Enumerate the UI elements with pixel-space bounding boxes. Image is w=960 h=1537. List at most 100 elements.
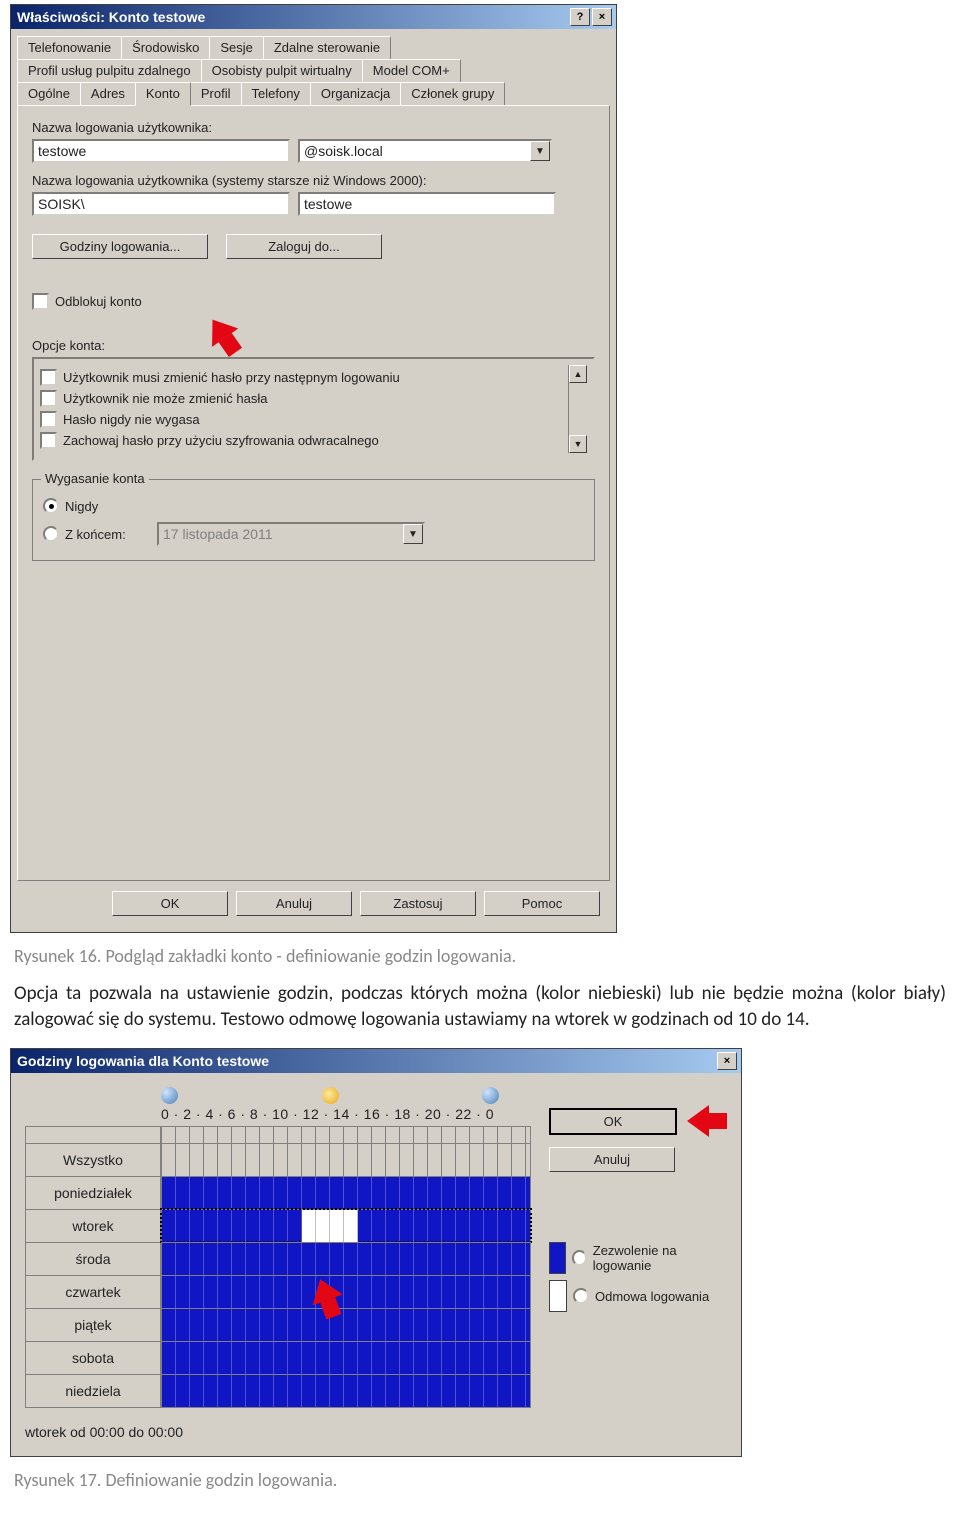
account-expiry-group: Wygasanie konta Nigdy Z końcem: 17 listo… — [32, 479, 595, 561]
hour-header-strip[interactable] — [161, 1126, 531, 1143]
tab-adres[interactable]: Adres — [80, 82, 136, 106]
tab-osobisty-pulpit[interactable]: Osobisty pulpit wirtualny — [201, 59, 363, 82]
close-button[interactable]: × — [592, 8, 612, 26]
logon-hours-dialog: Godziny logowania dla Konto testowe × 0 … — [10, 1048, 742, 1457]
deny-block[interactable] — [302, 1210, 358, 1242]
day-label[interactable]: wtorek — [25, 1209, 161, 1242]
grid-corner — [25, 1126, 161, 1143]
tabs-row-3: Ogólne Adres Konto Profil Telefony Organ… — [17, 81, 610, 105]
radio-never[interactable] — [43, 498, 59, 514]
group-legend: Wygasanie konta — [41, 471, 149, 486]
opt-checkbox[interactable] — [40, 432, 57, 449]
help-button[interactable]: Pomoc — [484, 891, 600, 916]
globe-icon — [482, 1087, 499, 1104]
legacy-logon-label: Nazwa logowania użytkownika (systemy sta… — [32, 173, 595, 188]
opt-label: Hasło nigdy nie wygasa — [63, 412, 200, 427]
opt-label: Użytkownik nie może zmienić hasła — [63, 391, 267, 406]
tab-model-com[interactable]: Model COM+ — [362, 59, 461, 82]
radio-deny[interactable] — [573, 1288, 589, 1304]
tab-profil-zdalnego[interactable]: Profil usług pulpitu zdalnego — [17, 59, 202, 82]
help-button[interactable]: ? — [570, 8, 590, 26]
legacy-domain-input[interactable]: SOISK\ — [32, 192, 290, 216]
radio-never-label: Nigdy — [65, 499, 98, 514]
logon-hours-button[interactable]: Godziny logowania... — [32, 234, 208, 259]
tab-czlonek[interactable]: Członek grupy — [400, 82, 505, 106]
sun-icon — [322, 1087, 339, 1104]
day-row-wed[interactable] — [161, 1242, 531, 1275]
permit-swatch-icon — [549, 1242, 566, 1274]
deny-label: Odmowa logowania — [595, 1289, 709, 1304]
dialog-title: Godziny logowania dla Konto testowe — [17, 1053, 715, 1069]
tab-profil[interactable]: Profil — [190, 82, 242, 106]
day-row-mon[interactable] — [161, 1176, 531, 1209]
tab-zdalne[interactable]: Zdalne sterowanie — [263, 36, 391, 59]
client-area: Telefonowanie Środowisko Sesje Zdalne st… — [11, 29, 616, 932]
scroll-up-icon[interactable]: ▲ — [569, 365, 587, 383]
day-label[interactable]: niedziela — [25, 1374, 161, 1408]
callout-arrow-icon — [687, 1105, 727, 1137]
day-row-sun[interactable] — [161, 1374, 531, 1407]
user-logon-input[interactable]: testowe — [32, 139, 290, 163]
day-row-fri[interactable] — [161, 1308, 531, 1341]
day-label[interactable]: piątek — [25, 1308, 161, 1341]
options-scrollbar[interactable]: ▲ ▼ — [568, 365, 587, 453]
all-button[interactable]: Wszystko — [25, 1143, 161, 1176]
tab-sesje[interactable]: Sesje — [209, 36, 264, 59]
client-area: 0 · 2 · 4 · 6 · 8 · 10 · 12 · 14 · 16 · … — [11, 1073, 741, 1456]
cancel-button[interactable]: Anuluj — [549, 1147, 675, 1172]
tab-panel-konto: Nazwa logowania użytkownika: testowe @so… — [17, 105, 610, 881]
close-button[interactable]: × — [717, 1052, 737, 1070]
legacy-user-input[interactable]: testowe — [298, 192, 556, 216]
tab-konto[interactable]: Konto — [135, 82, 191, 106]
tab-ogolne[interactable]: Ogólne — [17, 82, 81, 106]
opt-label: Zachowaj hasło przy użyciu szyfrowania o… — [63, 433, 379, 448]
titlebar: Właściwości: Konto testowe ? × — [11, 5, 616, 29]
hour-scale: 0 · 2 · 4 · 6 · 8 · 10 · 12 · 14 · 16 · … — [161, 1106, 531, 1122]
domain-value: @soisk.local — [304, 143, 530, 159]
deny-swatch-icon — [549, 1280, 567, 1312]
callout-arrow-icon — [208, 316, 240, 356]
logon-hours-grid[interactable]: Wszystko poniedziałek wtorek środa czwar… — [25, 1126, 531, 1408]
dialog-button-row: OK Anuluj Zastosuj Pomoc — [17, 881, 610, 922]
day-row-sat[interactable] — [161, 1341, 531, 1374]
dialog-title: Właściwości: Konto testowe — [17, 9, 568, 25]
tabs-row-2: Profil usług pulpitu zdalnego Osobisty p… — [17, 58, 610, 81]
user-logon-label: Nazwa logowania użytkownika: — [32, 120, 595, 135]
account-options-box: Użytkownik musi zmienić hasło przy nastę… — [32, 357, 595, 461]
day-label[interactable]: czwartek — [25, 1275, 161, 1308]
radio-permit[interactable] — [572, 1250, 587, 1266]
opt-checkbox[interactable] — [40, 390, 57, 407]
day-label[interactable]: środa — [25, 1242, 161, 1275]
scroll-down-icon[interactable]: ▼ — [569, 435, 587, 453]
logon-to-button[interactable]: Zaloguj do... — [226, 234, 382, 259]
apply-button[interactable]: Zastosuj — [360, 891, 476, 916]
callout-arrow-icon — [311, 1278, 343, 1318]
globe-icon — [161, 1087, 178, 1104]
figure-caption-16: Rysunek 16. Podgląd zakładki konto - def… — [14, 945, 950, 967]
day-row-tue[interactable] — [161, 1209, 531, 1242]
opt-checkbox[interactable] — [40, 411, 57, 428]
chevron-down-icon[interactable]: ▼ — [530, 141, 550, 161]
tab-organizacja[interactable]: Organizacja — [310, 82, 401, 106]
opt-checkbox[interactable] — [40, 369, 57, 386]
domain-dropdown[interactable]: @soisk.local ▼ — [298, 139, 552, 163]
unlock-account-label: Odblokuj konto — [55, 294, 142, 309]
ok-button[interactable]: OK — [549, 1108, 677, 1135]
expiry-date: 17 listopada 2011 — [163, 526, 403, 542]
ok-button[interactable]: OK — [112, 891, 228, 916]
status-text: wtorek od 00:00 do 00:00 — [25, 1424, 531, 1440]
account-options-label: Opcje konta: — [32, 338, 595, 353]
all-row[interactable] — [161, 1143, 531, 1176]
permit-label: Zezwolenie na logowanie — [593, 1243, 727, 1273]
radio-end[interactable] — [43, 526, 59, 542]
properties-dialog: Właściwości: Konto testowe ? × Telefonow… — [10, 4, 617, 933]
unlock-account-checkbox[interactable] — [32, 293, 49, 310]
radio-end-label: Z końcem: — [65, 527, 151, 542]
day-label[interactable]: poniedziałek — [25, 1176, 161, 1209]
tab-telefony[interactable]: Telefony — [241, 82, 311, 106]
time-scale-icons — [161, 1087, 499, 1104]
day-label[interactable]: sobota — [25, 1341, 161, 1374]
tab-telefonowanie[interactable]: Telefonowanie — [17, 36, 122, 59]
cancel-button[interactable]: Anuluj — [236, 891, 352, 916]
tab-srodowisko[interactable]: Środowisko — [121, 36, 210, 59]
